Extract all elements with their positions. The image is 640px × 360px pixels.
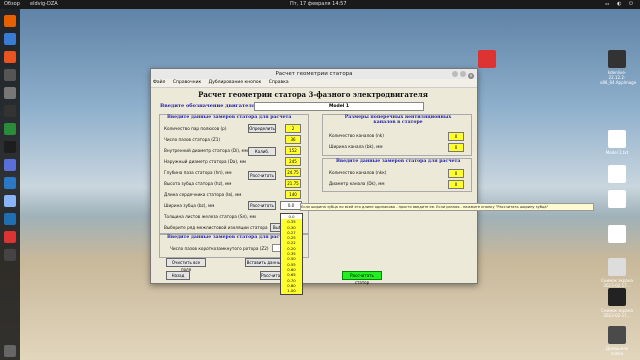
active-app-label[interactable]: eldvig-DZA [30, 0, 58, 9]
minimize-icon[interactable] [452, 71, 458, 77]
calc-stator-button[interactable]: Рассчитать статор [342, 271, 382, 285]
field-label-6: Длина сердечника статора (lв), мм [164, 192, 242, 197]
apps-grid-icon[interactable] [4, 345, 16, 357]
tooth-width-select[interactable]: 0.0 [280, 201, 302, 210]
field-label-3: Наружный диаметр статора (Dа), мм [164, 159, 246, 164]
terminal-icon[interactable] [4, 69, 16, 81]
field-label-4: Глубина паза статора (hп), мм [164, 170, 232, 175]
desktop-icon-home[interactable]: Домашняя папка [600, 326, 634, 356]
calendar-icon[interactable] [4, 177, 16, 189]
window-titlebar[interactable]: Расчет геометрии статора ✕ [151, 69, 477, 79]
desktop-icon-doc1[interactable] [600, 165, 634, 185]
close-icon[interactable]: ✕ [468, 73, 474, 79]
desktop-icon-doc2[interactable] [600, 190, 634, 210]
menu-reference[interactable]: Справочник [173, 80, 201, 85]
field-label-1: Число пазов статора (Z1) [164, 137, 221, 142]
channels2-group-title: Введите данные замеров статора для расче… [336, 159, 461, 164]
virtualbox-icon[interactable] [4, 195, 16, 207]
stator-window: Расчет геометрии статора ✕ Файл Справочн… [150, 68, 478, 285]
software-icon[interactable] [4, 51, 16, 63]
docs-icon[interactable] [4, 159, 16, 171]
field-label-5: Высота зубца статора (hz), мм [164, 181, 232, 186]
determine-button[interactable]: Определить [248, 124, 276, 133]
field-value-0[interactable]: 2 [285, 124, 301, 133]
desktop-icon-doc3[interactable] [600, 225, 634, 245]
dropdown-option[interactable]: 1.00 [281, 288, 302, 293]
calibrate-button[interactable]: Калиб. [248, 147, 276, 156]
window-icon[interactable] [4, 249, 16, 261]
calc-tooth-button[interactable]: Рассчитать [248, 201, 276, 210]
desktop-icon-music[interactable] [470, 50, 504, 70]
field-value-6[interactable]: 140 [285, 190, 301, 199]
menu-duplicate-buttons[interactable]: Дублирование кнопок [209, 80, 262, 85]
chrome-icon[interactable] [4, 231, 16, 243]
field-value-5[interactable]: 21.75 [285, 179, 301, 188]
field-value-2[interactable]: 152 [285, 146, 301, 155]
desktop-icon-model[interactable]: Model 1.txt [600, 130, 634, 155]
form-area: Расчет геометрии статора 3-фазного элект… [152, 88, 474, 285]
channels2-diameter-value[interactable]: 0 [448, 180, 464, 189]
menu-file[interactable]: Файл [153, 80, 165, 85]
motor-input[interactable]: Model 1 [254, 102, 424, 111]
insert-data-button[interactable]: Вставить данные [245, 258, 285, 267]
desktop-icon-screenshot1[interactable]: Снимок экрана 2023-02-17... [600, 258, 634, 288]
clock[interactable]: Пт, 17 февраля 14:57 [290, 0, 347, 9]
app-icon[interactable] [4, 123, 16, 135]
rotor-label: Число пазов короткозамкнутого ротора (Z2… [170, 246, 269, 251]
field-label-2: Внутренний диаметр статора (Di), мм [164, 148, 248, 153]
menu-help[interactable]: Справка [269, 80, 289, 85]
channels2-diameter-label: Диаметр канала (Dk), мм [329, 181, 385, 186]
firefox-icon[interactable] [4, 15, 16, 27]
stator-group-title: Введите данные замеров статора для расче… [167, 115, 292, 120]
channels2-count-value[interactable]: 0 [448, 169, 464, 178]
tooltip: Если ширина зубца по всей его длине один… [300, 203, 594, 211]
desktop-icon-screenshot2[interactable]: Снимок экрана 2023-02-17... [600, 288, 634, 318]
channels-width-value[interactable]: 0 [448, 143, 464, 152]
calc-slot-button[interactable]: Рассчитать [248, 171, 276, 180]
desktop-icon-kdenlive[interactable]: kdenlive-22.12.2-x86_64.AppImage [600, 50, 636, 85]
settings-icon[interactable] [4, 105, 16, 117]
thickness-label: Толщина листов железа статора (Sл), мм [164, 214, 256, 219]
field-value-3[interactable]: 245 [285, 157, 301, 166]
channels-group-title: Размеры поперечных вентиляционных канало… [344, 115, 452, 125]
field-value-1[interactable]: 36 [285, 135, 301, 144]
field-label-0: Количество пар полюсов (p) [164, 126, 227, 131]
dock [0, 9, 20, 360]
channels-count-value[interactable]: 0 [448, 132, 464, 141]
back-button[interactable]: Назад [166, 271, 190, 280]
camera-icon[interactable] [4, 141, 16, 153]
channels-width-label: Ширина канала (bk), мм [329, 144, 383, 149]
files-icon[interactable] [4, 33, 16, 45]
maximize-icon[interactable] [460, 71, 466, 77]
vscode-icon[interactable] [4, 213, 16, 225]
channels2-count-label: Количество каналов (nkк) [329, 170, 387, 175]
menu-bar: Файл Справочник Дублирование кнопок Спра… [151, 79, 477, 88]
page-title: Расчет геометрии статора 3-фазного элект… [198, 90, 428, 99]
top-bar: Обзор eldvig-DZA Пт, 17 февраля 14:57 ⚏ … [0, 0, 640, 9]
rotor-group-title: Введите данные замеров статора для расче… [167, 235, 292, 240]
overview-button[interactable]: Обзор [4, 0, 20, 9]
window-title: Расчет геометрии статора [275, 71, 353, 77]
editor-icon[interactable] [4, 87, 16, 99]
thickness-dropdown-list[interactable]: 0.0 0.35 0.30 0.27 0.25 0.22 0.20 0.35 0… [280, 213, 303, 295]
system-tray[interactable]: ⚏ ◐ ⏻ [605, 0, 636, 9]
motor-label: Введите обозначение двигателя [160, 103, 256, 109]
field-value-4[interactable]: 24.75 [285, 168, 301, 177]
insulation-label: Выберите ряд межлистовой изоляции статор… [164, 225, 268, 230]
channels-count-label: Количество каналов (nk) [329, 133, 384, 138]
field-label-7: Ширина зубца (bz), мм [164, 203, 215, 208]
clear-button[interactable]: Очистить все поля [166, 258, 206, 272]
